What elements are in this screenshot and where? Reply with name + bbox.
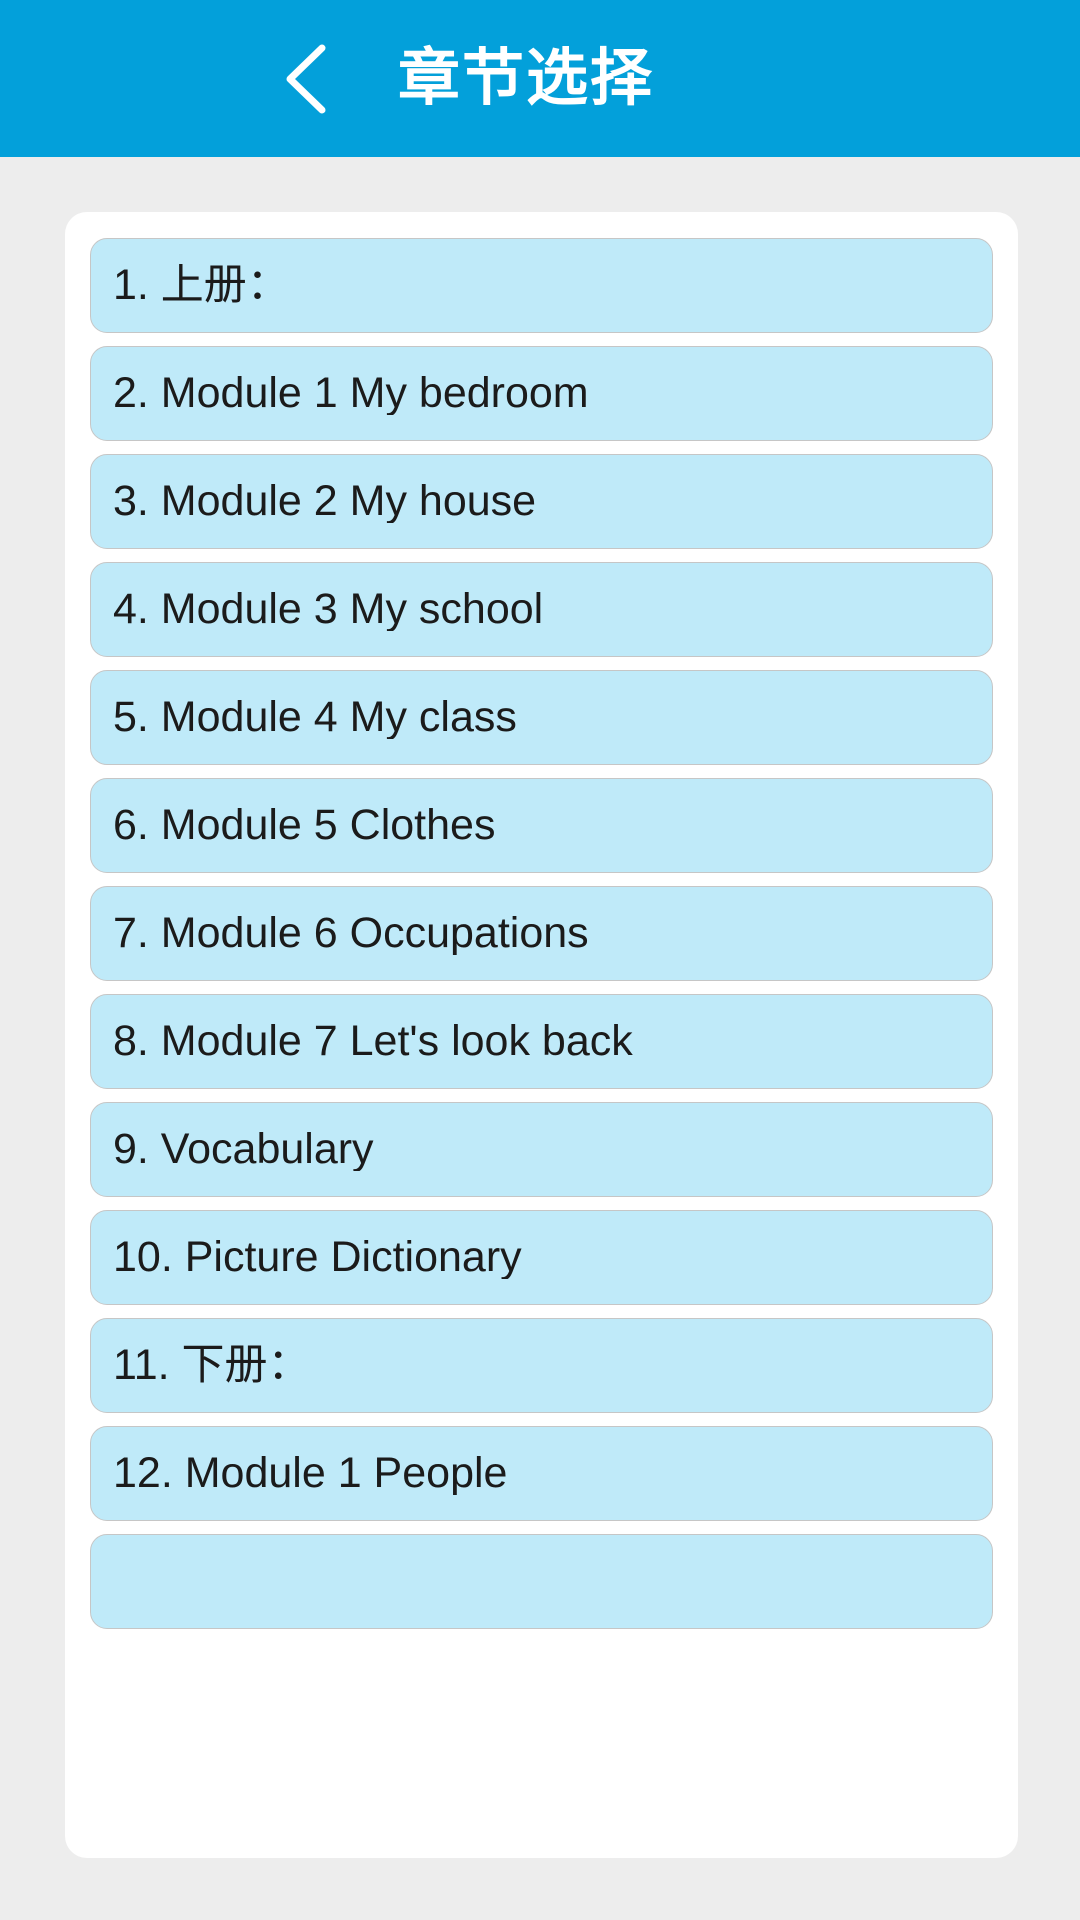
chapter-item-label: 5. Module 4 My class xyxy=(113,696,517,739)
chapter-list-card: 1. 上册： 2. Module 1 My bedroom 3. Module 2 … xyxy=(65,212,1018,1858)
chapter-item-label: 1. 上册： xyxy=(113,264,290,307)
chapter-list-item[interactable]: 7. Module 6 Occupations xyxy=(90,886,993,981)
chapter-item-label: 8. Module 7 Let's look back xyxy=(113,1020,633,1063)
chapter-list-item[interactable]: 10. Picture Dictionary xyxy=(90,1210,993,1305)
app-header-bar: 章节选择 xyxy=(0,0,1080,157)
chapter-item-label: 11. 下册： xyxy=(113,1344,311,1387)
chapter-list-item[interactable]: 5. Module 4 My class xyxy=(90,670,993,765)
chapter-item-label: 10. Picture Dictionary xyxy=(113,1236,522,1279)
app-root: 章节选择 1. 上册： 2. Module 1 My bedroom 3. Modu… xyxy=(0,0,1080,1920)
chapter-list-item[interactable]: 4. Module 3 My school xyxy=(90,562,993,657)
chapter-item-label: 12. Module 1 People xyxy=(113,1452,508,1495)
chapter-item-label: 2. Module 1 My bedroom xyxy=(113,372,589,415)
chapter-list-item[interactable]: 1. 上册： xyxy=(90,238,993,333)
chapter-list-item[interactable]: 3. Module 2 My house xyxy=(90,454,993,549)
chapter-list-item[interactable]: 12. Module 1 People xyxy=(90,1426,993,1521)
chapter-list-item[interactable]: 8. Module 7 Let's look back xyxy=(90,994,993,1089)
chapter-list-item[interactable]: 11. 下册： xyxy=(90,1318,993,1413)
chapter-list-item[interactable]: 2. Module 1 My bedroom xyxy=(90,346,993,441)
chapter-list[interactable]: 1. 上册： 2. Module 1 My bedroom 3. Module 2 … xyxy=(90,238,993,1642)
chapter-list-item[interactable] xyxy=(90,1534,993,1629)
chapter-item-label: 6. Module 5 Clothes xyxy=(113,804,496,847)
page-title: 章节选择 xyxy=(398,44,655,113)
chapter-item-label: 9. Vocabulary xyxy=(113,1128,374,1171)
chapter-item-label: 3. Module 2 My house xyxy=(113,480,537,523)
back-button[interactable] xyxy=(252,24,362,134)
chapter-item-label: 4. Module 3 My school xyxy=(113,588,544,631)
chapter-list-item[interactable]: 9. Vocabulary xyxy=(90,1102,993,1197)
chevron-left-icon xyxy=(277,42,337,116)
chapter-item-label: 7. Module 6 Occupations xyxy=(113,912,589,955)
chapter-list-item[interactable]: 6. Module 5 Clothes xyxy=(90,778,993,873)
